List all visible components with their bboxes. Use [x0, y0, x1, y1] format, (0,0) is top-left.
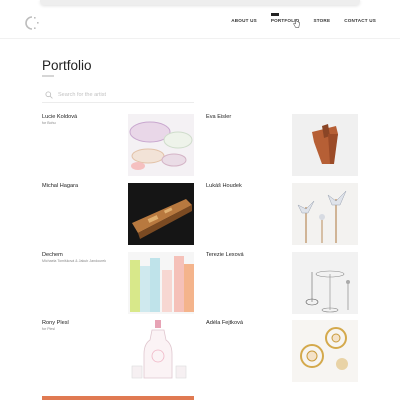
artist-card[interactable]: Rony Plesl for Plesl: [42, 320, 202, 384]
page-title: Portfolio: [42, 58, 92, 73]
artist-subtitle: for Bohu: [42, 121, 56, 125]
artist-card[interactable]: Eva Eisler: [206, 114, 366, 178]
search-input[interactable]: [58, 92, 188, 98]
artist-image[interactable]: [128, 114, 194, 176]
artist-name[interactable]: Eva Eisler: [206, 114, 231, 120]
hand-cursor-icon: [293, 19, 300, 28]
artist-image[interactable]: [128, 252, 194, 314]
header-divider: [0, 38, 400, 39]
artist-card[interactable]: Lucie Koldová for Bohu: [42, 114, 202, 178]
main-nav: ABOUT US PORTFOLIO STORE CONTACT US: [231, 13, 376, 23]
artist-subtitle: for Plesl: [42, 327, 55, 331]
artist-card[interactable]: Adéla Fejtková: [206, 320, 366, 384]
artist-image[interactable]: [292, 320, 358, 382]
artist-subtitle: Michaela Tomišková & Jakub Jandourek: [42, 259, 107, 263]
artist-name[interactable]: Adéla Fejtková: [206, 320, 243, 326]
search-icon: [45, 91, 53, 99]
accent-bar: [42, 396, 194, 400]
artist-name[interactable]: Terezie Lexová: [206, 252, 244, 258]
artist-name[interactable]: Lucie Koldová: [42, 114, 77, 120]
artist-name[interactable]: Michal Hagara: [42, 183, 78, 189]
artist-search: [42, 88, 194, 103]
title-underline: [42, 75, 54, 77]
logo-icon[interactable]: [24, 14, 42, 32]
browser-top-bar: [40, 0, 360, 5]
artist-name[interactable]: Lukáš Houdek: [206, 183, 242, 189]
artist-card[interactable]: Michal Hagara: [42, 183, 202, 247]
artist-card[interactable]: Terezie Lexová: [206, 252, 366, 316]
artist-image[interactable]: [292, 252, 358, 314]
artist-name[interactable]: Dechem: [42, 252, 63, 258]
artist-card[interactable]: Lukáš Houdek: [206, 183, 366, 247]
artist-image[interactable]: [128, 320, 194, 382]
artist-image[interactable]: [292, 183, 358, 245]
nav-store[interactable]: STORE: [313, 13, 330, 23]
nav-about-us[interactable]: ABOUT US: [231, 13, 257, 23]
artist-card[interactable]: Dechem Michaela Tomišková & Jakub Jandou…: [42, 252, 202, 316]
nav-contact-us[interactable]: CONTACT US: [344, 13, 376, 23]
artist-image[interactable]: [292, 114, 358, 176]
artist-name[interactable]: Rony Plesl: [42, 320, 69, 326]
artist-image[interactable]: [128, 183, 194, 245]
